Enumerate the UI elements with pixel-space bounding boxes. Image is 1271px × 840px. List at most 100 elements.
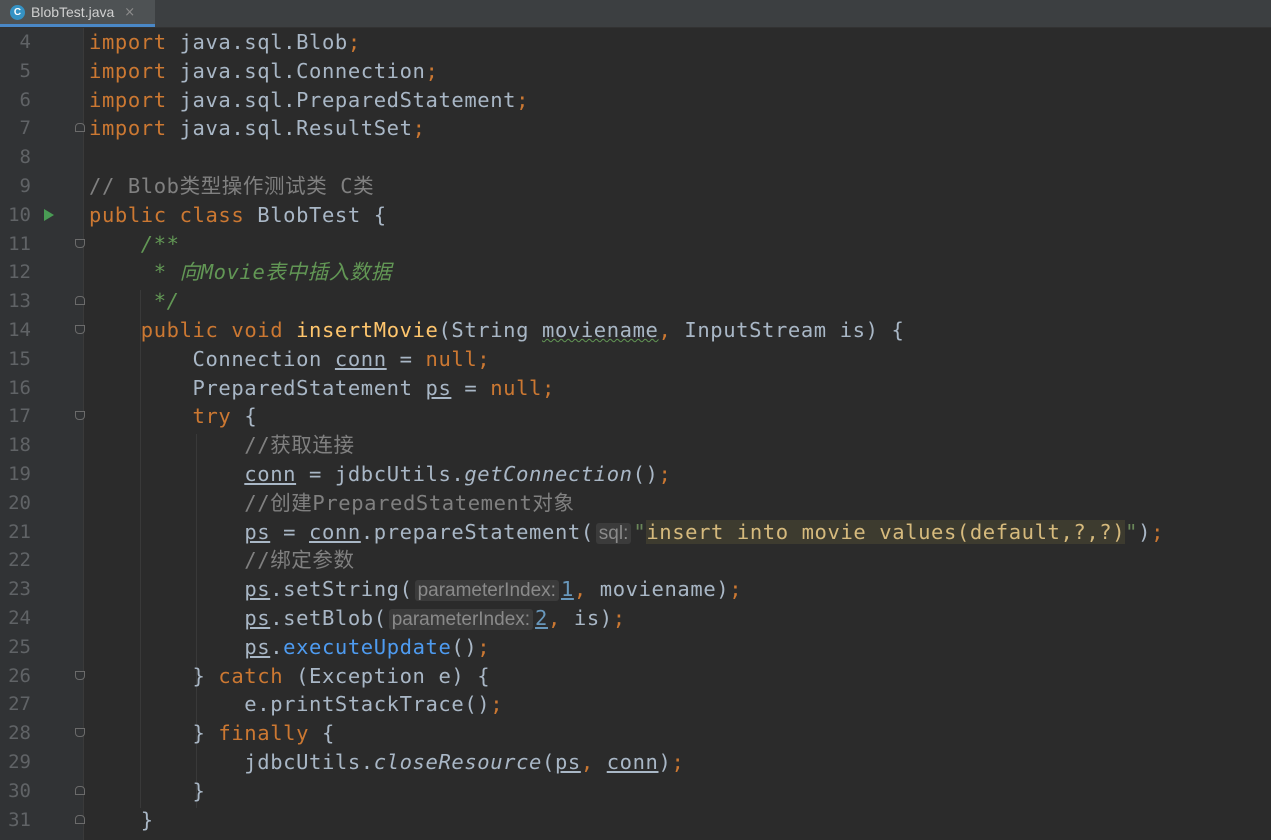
code-line[interactable]: 13 */ bbox=[0, 287, 1271, 316]
line-number[interactable]: 24 bbox=[0, 604, 31, 633]
code-token: BlobTest { bbox=[257, 202, 387, 227]
code-token: moviename) bbox=[599, 577, 730, 602]
code-editor[interactable]: 4 import java.sql.Blob; 5 import java.sql.C… bbox=[0, 28, 1271, 840]
code-line[interactable]: 7 import java.sql.ResultSet; bbox=[0, 114, 1271, 143]
line-number[interactable]: 29 bbox=[0, 748, 31, 777]
code-token: } bbox=[89, 663, 219, 688]
fold-icon[interactable] bbox=[75, 814, 85, 824]
code-text: import java.sql.ResultSet; bbox=[89, 114, 426, 143]
line-number[interactable]: 4 bbox=[0, 28, 31, 57]
code-token: null; bbox=[425, 346, 491, 371]
line-number[interactable]: 18 bbox=[0, 431, 31, 460]
line-number[interactable]: 9 bbox=[0, 172, 31, 201]
code-line[interactable]: 8 bbox=[0, 143, 1271, 172]
code-line[interactable]: 15 Connection conn = null; bbox=[0, 345, 1271, 374]
parameter-hint: sql: bbox=[595, 522, 632, 544]
line-number[interactable]: 11 bbox=[0, 230, 31, 259]
fold-icon[interactable] bbox=[75, 411, 85, 421]
line-number[interactable]: 26 bbox=[0, 662, 31, 691]
fold-icon[interactable] bbox=[75, 296, 85, 306]
code-token: = jdbcUtils. bbox=[296, 462, 465, 486]
code-line[interactable]: 16 PreparedStatement ps = null; bbox=[0, 374, 1271, 403]
code-token: is) bbox=[573, 606, 613, 630]
code-line[interactable]: 14 public void insertMovie(String movien… bbox=[0, 316, 1271, 345]
fold-icon[interactable] bbox=[75, 785, 85, 795]
code-line[interactable]: 12 * 向Movie表中插入数据 bbox=[0, 258, 1271, 287]
code-line[interactable]: 20 //创建PreparedStatement对象 bbox=[0, 489, 1271, 518]
line-number[interactable]: 14 bbox=[0, 316, 31, 345]
code-line[interactable]: 31 } bbox=[0, 806, 1271, 835]
line-number[interactable]: 10 bbox=[0, 201, 31, 230]
code-line[interactable]: 18 //获取连接 bbox=[0, 431, 1271, 460]
code-line[interactable]: 25 ps.executeUpdate(); bbox=[0, 633, 1271, 662]
line-number[interactable]: 13 bbox=[0, 287, 31, 316]
code-line[interactable]: 5 import java.sql.Connection; bbox=[0, 57, 1271, 86]
code-token: catch bbox=[218, 663, 297, 688]
code-text: ps.setBlob(parameterIndex: 2, is); bbox=[89, 604, 626, 635]
code-text: //创建PreparedStatement对象 bbox=[89, 489, 575, 518]
line-number[interactable]: 22 bbox=[0, 546, 31, 575]
code-token: closeResource bbox=[373, 750, 542, 774]
code-text: public void insertMovie(String moviename… bbox=[89, 316, 904, 345]
line-number[interactable]: 27 bbox=[0, 690, 31, 719]
code-token: java.sql.PreparedStatement bbox=[166, 87, 517, 112]
code-line[interactable]: 30 } bbox=[0, 777, 1271, 806]
code-token: ps bbox=[425, 375, 452, 400]
code-line[interactable]: 24 ps.setBlob(parameterIndex: 2, is); bbox=[0, 604, 1271, 633]
code-token: (String bbox=[438, 318, 543, 342]
fold-icon[interactable] bbox=[75, 728, 85, 738]
fold-icon[interactable] bbox=[75, 238, 85, 248]
code-line[interactable]: 4 import java.sql.Blob; bbox=[0, 28, 1271, 57]
code-line[interactable]: 22 //绑定参数 bbox=[0, 546, 1271, 575]
line-number[interactable]: 31 bbox=[0, 806, 31, 835]
code-token: ps bbox=[244, 634, 271, 659]
close-icon[interactable]: × bbox=[124, 5, 135, 20]
code-line[interactable]: 28 } finally { bbox=[0, 719, 1271, 748]
line-number[interactable]: 19 bbox=[0, 460, 31, 489]
line-number[interactable]: 28 bbox=[0, 719, 31, 748]
line-number[interactable]: 17 bbox=[0, 402, 31, 431]
code-line[interactable]: 27 e.printStackTrace(); bbox=[0, 690, 1271, 719]
run-icon[interactable] bbox=[44, 208, 54, 221]
line-number[interactable]: 8 bbox=[0, 143, 31, 172]
code-line[interactable]: 9 // Blob类型操作测试类 C类 bbox=[0, 172, 1271, 201]
line-number[interactable]: 25 bbox=[0, 633, 31, 662]
code-line[interactable]: 26 } catch (Exception e) { bbox=[0, 662, 1271, 691]
code-line[interactable]: 23 ps.setString(parameterIndex: 1, movien… bbox=[0, 575, 1271, 604]
code-line[interactable]: 10 public class BlobTest { bbox=[0, 201, 1271, 230]
code-token: getConnection bbox=[464, 462, 633, 486]
line-number[interactable]: 6 bbox=[0, 86, 31, 115]
code-line[interactable]: 17 try { bbox=[0, 402, 1271, 431]
fold-icon[interactable] bbox=[75, 325, 85, 334]
code-token: , bbox=[580, 750, 607, 774]
code-line[interactable]: 11 /** bbox=[0, 230, 1271, 259]
code-text: * 向Movie表中插入数据 bbox=[89, 258, 392, 287]
line-number[interactable]: 21 bbox=[0, 518, 31, 547]
code-line[interactable]: 21 ps = conn.prepareStatement(sql: "inser… bbox=[0, 518, 1271, 547]
code-token: ps bbox=[244, 606, 271, 630]
code-token: import bbox=[89, 58, 167, 83]
line-number[interactable]: 5 bbox=[0, 57, 31, 86]
code-token: Connection bbox=[89, 346, 335, 371]
code-line[interactable]: 19 conn = jdbcUtils.getConnection(); bbox=[0, 460, 1271, 489]
line-number[interactable]: 20 bbox=[0, 489, 31, 518]
line-number[interactable]: 15 bbox=[0, 345, 31, 374]
code-token: . bbox=[270, 634, 284, 659]
line-number[interactable]: 30 bbox=[0, 777, 31, 806]
line-number[interactable]: 12 bbox=[0, 258, 31, 287]
code-token: java.sql.Blob bbox=[166, 30, 348, 54]
code-token: e.printStackTrace() bbox=[89, 692, 491, 717]
fold-icon[interactable] bbox=[75, 123, 85, 133]
line-number[interactable]: 23 bbox=[0, 575, 31, 604]
line-number[interactable]: 7 bbox=[0, 114, 31, 143]
code-line[interactable]: 6 import java.sql.PreparedStatement; bbox=[0, 86, 1271, 115]
line-number[interactable]: 16 bbox=[0, 374, 31, 403]
fold-icon[interactable] bbox=[75, 670, 85, 680]
tab-blobtest[interactable]: C BlobTest.java × bbox=[0, 0, 155, 27]
code-token: java.sql.ResultSet bbox=[166, 116, 413, 141]
code-line[interactable]: 29 jdbcUtils.closeResource(ps, conn); bbox=[0, 748, 1271, 777]
